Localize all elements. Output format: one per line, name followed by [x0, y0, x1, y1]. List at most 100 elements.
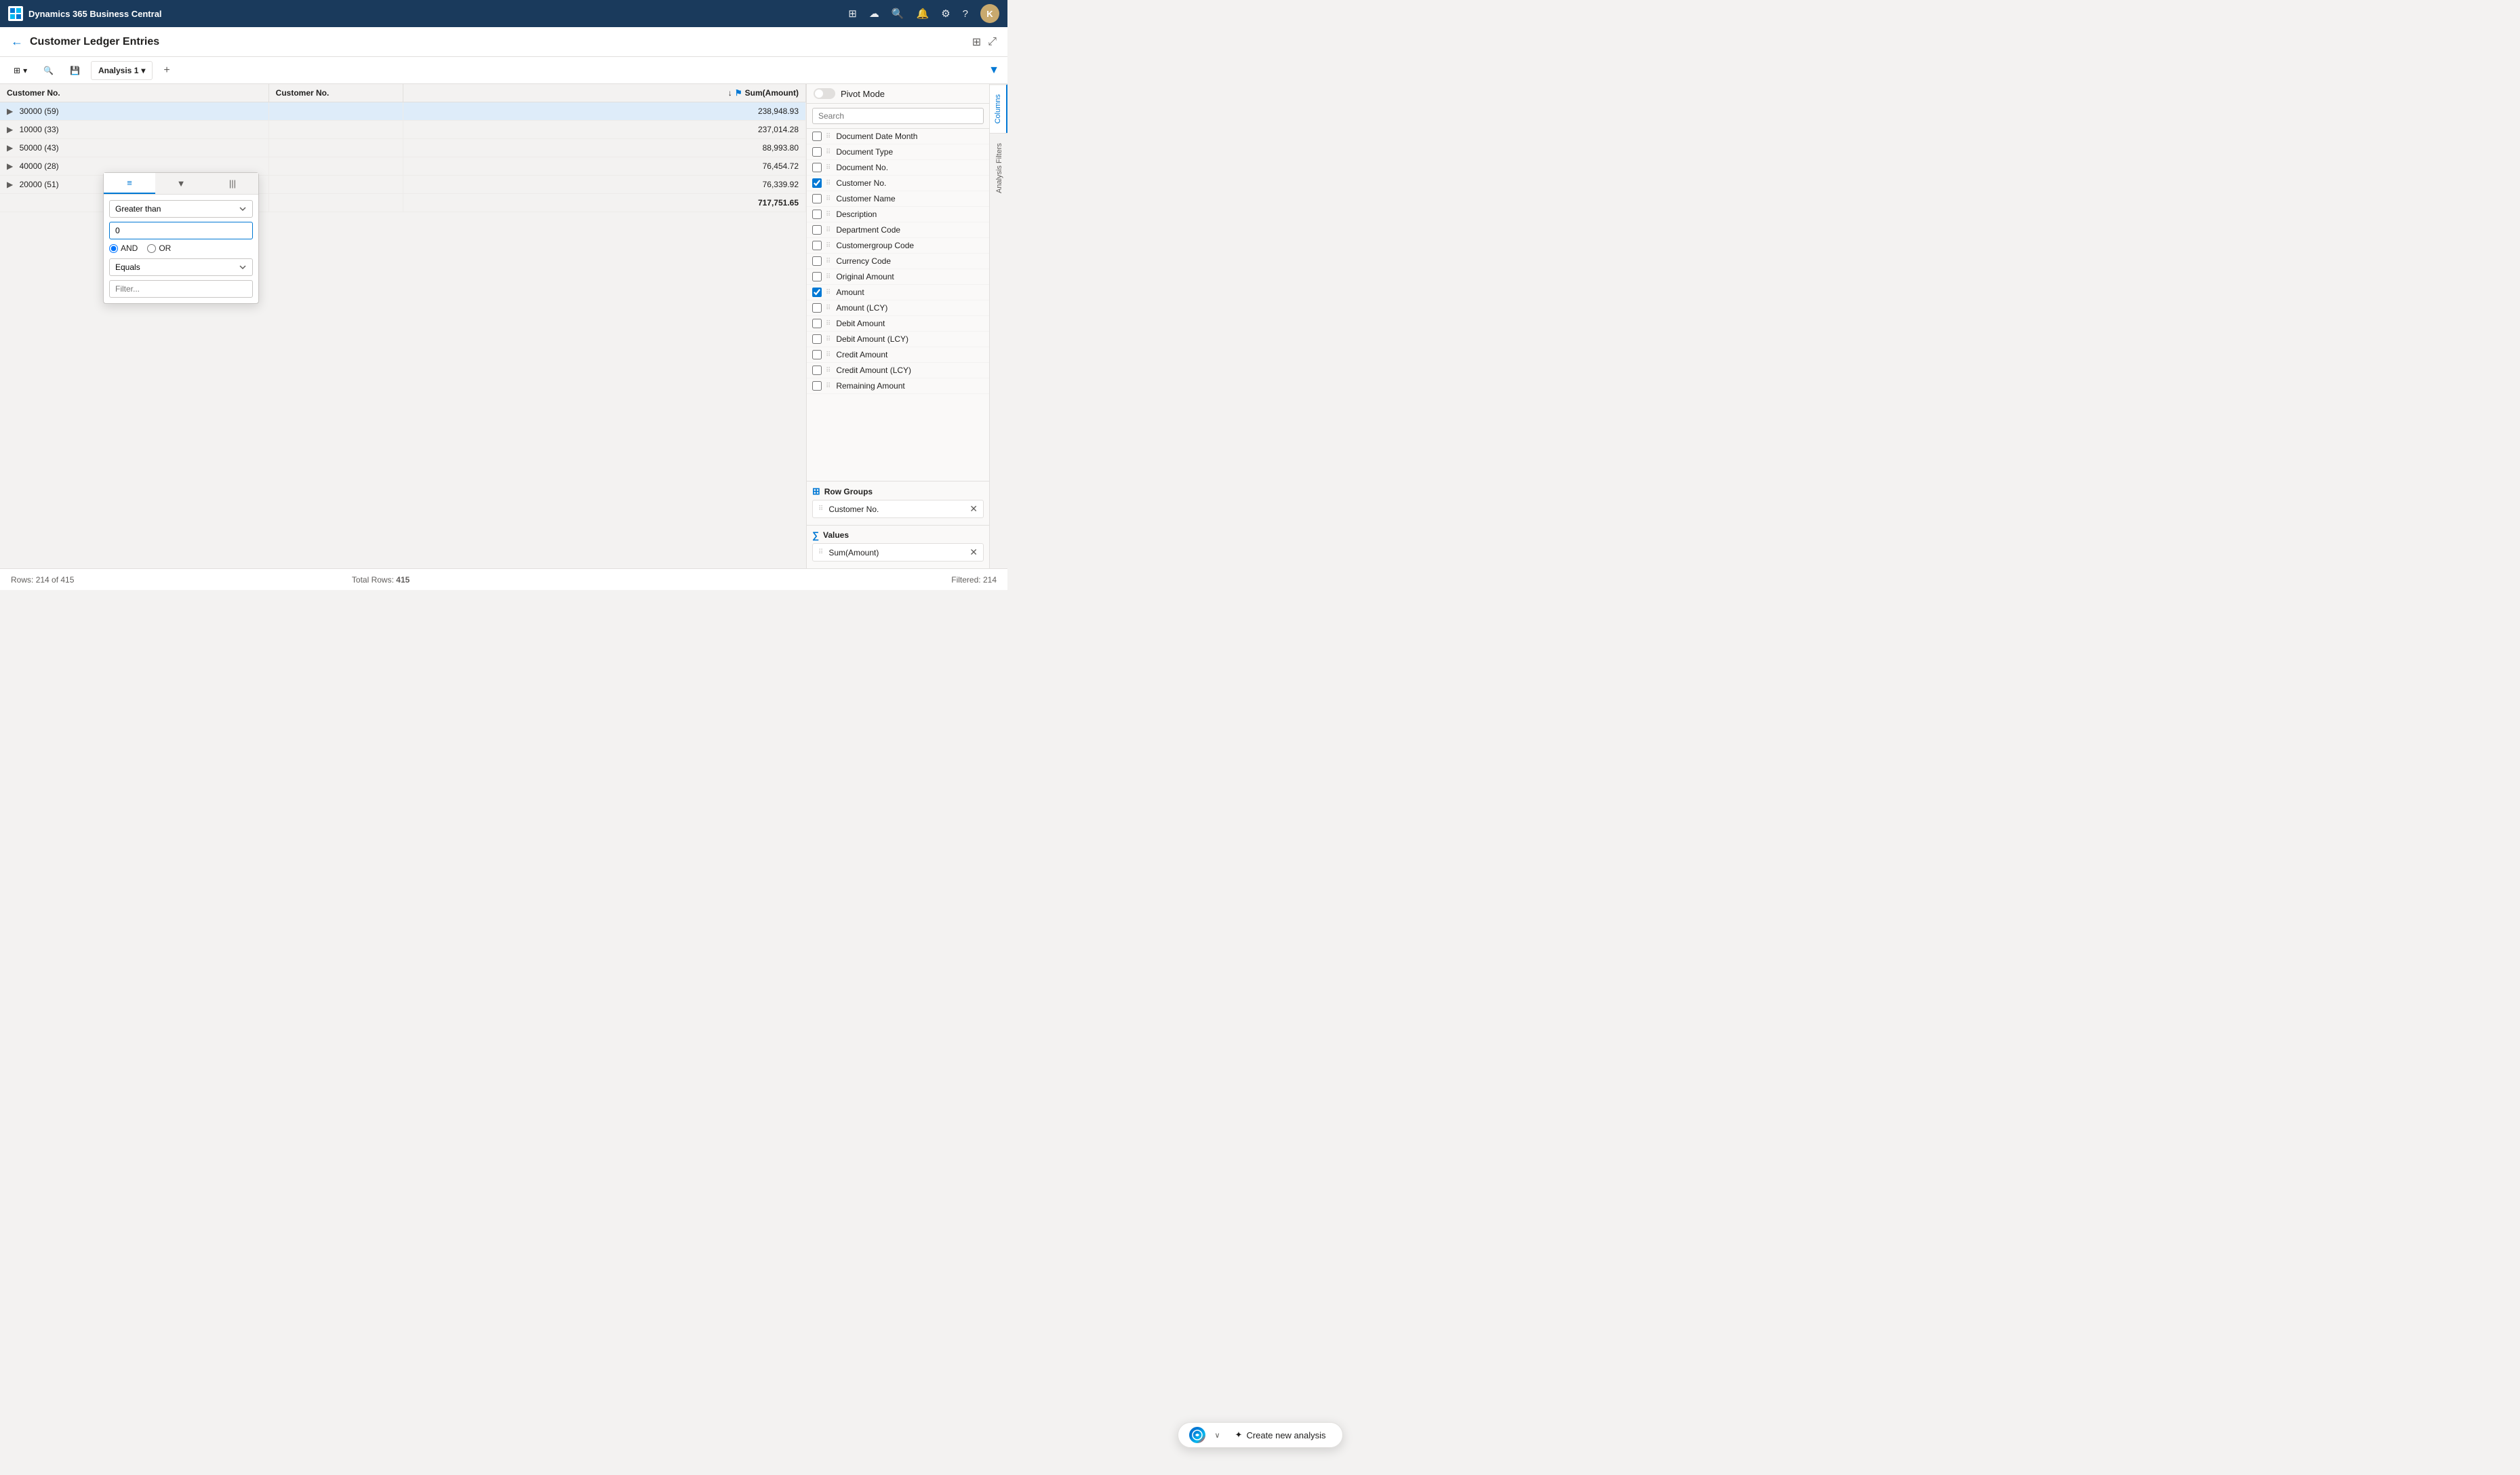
drag-handle[interactable]: ⠿ [826, 273, 831, 281]
collapse-icon[interactable]: ⤢ [988, 36, 997, 48]
analysis-tab[interactable]: Analysis 1 ▾ [91, 61, 153, 80]
drag-handle[interactable]: ⠿ [826, 289, 831, 296]
drag-handle[interactable]: ⠿ [826, 242, 831, 250]
list-item[interactable]: ⠿ Original Amount [807, 269, 989, 285]
list-item[interactable]: ⠿ Customer Name [807, 191, 989, 207]
search-button[interactable]: 🔍 [38, 63, 59, 78]
chip-drag-handle[interactable]: ⠿ [818, 549, 823, 556]
apps-icon[interactable]: ⊞ [848, 7, 857, 20]
list-item[interactable]: ⠿ Document Type [807, 144, 989, 160]
drag-handle[interactable]: ⠿ [826, 211, 831, 218]
expand-row-icon[interactable]: ▶ [7, 180, 13, 189]
col-sum-amount-header[interactable]: ↓ ⚑ Sum(Amount) [403, 84, 805, 102]
back-button[interactable]: ← [11, 35, 23, 49]
expand-row-icon[interactable]: ▶ [7, 143, 13, 153]
expand-icon[interactable]: ⊞ [972, 35, 981, 49]
filter-tab-list[interactable]: ≡ [104, 173, 155, 194]
col-checkbox-doc-no[interactable] [812, 163, 822, 172]
list-item[interactable]: ⠿ Debit Amount [807, 316, 989, 332]
drag-handle[interactable]: ⠿ [826, 164, 831, 172]
drag-handle[interactable]: ⠿ [826, 133, 831, 140]
radio-and-label[interactable]: AND [109, 243, 138, 253]
list-item[interactable]: ⠿ Document No. [807, 160, 989, 176]
bell-icon[interactable]: 🔔 [917, 7, 929, 20]
radio-or-label[interactable]: OR [147, 243, 171, 253]
col-checkbox-orig-amount[interactable] [812, 272, 822, 281]
list-item[interactable]: ⠿ Remaining Amount [807, 378, 989, 394]
condition1-input[interactable] [109, 222, 253, 239]
table-row[interactable]: ▶ 50000 (43) 88,993.80 [0, 139, 806, 157]
list-item[interactable]: ⠿ Customergroup Code [807, 238, 989, 254]
col-customer-no2-header[interactable]: Customer No. [268, 84, 403, 102]
drag-handle[interactable]: ⠿ [826, 149, 831, 156]
col-checkbox-doc-date[interactable] [812, 132, 822, 141]
col-checkbox-cg-code[interactable] [812, 241, 822, 250]
col-checkbox-currency[interactable] [812, 256, 822, 266]
col-checkbox-credit-lcy[interactable] [812, 366, 822, 375]
analysis-filters-vtab[interactable]: Analysis Filters [990, 133, 1007, 203]
col-checkbox-debit-lcy[interactable] [812, 334, 822, 344]
drag-handle[interactable]: ⠿ [826, 336, 831, 343]
filter-search-input[interactable] [109, 280, 253, 298]
chip-drag-handle[interactable]: ⠿ [818, 505, 823, 513]
expand-row-icon[interactable]: ▶ [7, 106, 13, 116]
drag-handle[interactable]: ⠿ [826, 227, 831, 234]
expand-row-icon[interactable]: ▶ [7, 125, 13, 134]
col-checkbox-doc-type[interactable] [812, 147, 822, 157]
col-checkbox-customer-name[interactable] [812, 194, 822, 203]
list-item[interactable]: ⠿ Credit Amount (LCY) [807, 363, 989, 378]
radio-or[interactable] [147, 244, 156, 253]
view-button[interactable]: ⊞ ▾ [8, 63, 33, 78]
radio-and[interactable] [109, 244, 118, 253]
help-icon[interactable]: ? [963, 8, 968, 20]
col-checkbox-desc[interactable] [812, 210, 822, 219]
drag-handle[interactable]: ⠿ [826, 382, 831, 390]
list-item[interactable]: ⠿ Description [807, 207, 989, 222]
columns-vtab[interactable]: Columns [990, 84, 1007, 133]
remove-row-group-button[interactable]: ✕ [969, 503, 978, 515]
drag-handle[interactable]: ⠿ [826, 304, 831, 312]
condition2-select[interactable]: Equals Not equals Greater than Greater t… [109, 258, 253, 276]
list-item[interactable]: ⠿ Department Code [807, 222, 989, 238]
list-item[interactable]: ⠿ Debit Amount (LCY) [807, 332, 989, 347]
col-customer-no-header[interactable]: Customer No. [0, 84, 268, 102]
list-item[interactable]: ⠿ Amount [807, 285, 989, 300]
drag-handle[interactable]: ⠿ [826, 367, 831, 374]
col-checkbox-amount[interactable] [812, 288, 822, 297]
create-analysis-button[interactable]: ✦ Create new analysis [1230, 1427, 1332, 1443]
list-item[interactable]: ⠿ Amount (LCY) [807, 300, 989, 316]
search-icon[interactable]: 🔍 [892, 7, 904, 20]
save-button[interactable]: 💾 [64, 63, 85, 78]
table-row[interactable]: ▶ 10000 (33) 237,014.28 [0, 121, 806, 139]
col-checkbox-credit[interactable] [812, 350, 822, 359]
logo-chevron[interactable]: ∨ [1212, 1428, 1222, 1442]
condition1-row: Greater than Equals Not equals Greater t… [109, 200, 253, 218]
drag-handle[interactable]: ⠿ [826, 351, 831, 359]
add-tab-button[interactable]: + [158, 62, 175, 79]
col-checkbox-debit[interactable] [812, 319, 822, 328]
list-item[interactable]: ⠿ Customer No. [807, 176, 989, 191]
columns-search-input[interactable] [812, 108, 984, 124]
list-item[interactable]: ⠿ Credit Amount [807, 347, 989, 363]
condition1-select[interactable]: Greater than Equals Not equals Greater t… [109, 200, 253, 218]
col-checkbox-remaining[interactable] [812, 381, 822, 391]
list-item[interactable]: ⠿ Currency Code [807, 254, 989, 269]
remove-value-button[interactable]: ✕ [969, 547, 978, 558]
col-checkbox-customer-no[interactable] [812, 178, 822, 188]
drag-handle[interactable]: ⠿ [826, 258, 831, 265]
filter-tab-filter[interactable]: ▼ [155, 173, 207, 194]
filter-icon[interactable]: ▼ [988, 64, 999, 77]
col-checkbox-dept-code[interactable] [812, 225, 822, 235]
col-checkbox-amount-lcy[interactable] [812, 303, 822, 313]
gear-icon[interactable]: ⚙ [941, 7, 950, 20]
filter-tab-columns[interactable]: ||| [207, 173, 258, 194]
cloud-icon[interactable]: ☁ [869, 7, 879, 20]
drag-handle[interactable]: ⠿ [826, 320, 831, 328]
list-item[interactable]: ⠿ Document Date Month [807, 129, 989, 144]
drag-handle[interactable]: ⠿ [826, 180, 831, 187]
avatar[interactable]: K [980, 4, 999, 23]
table-row[interactable]: ▶ 30000 (59) 238,948.93 [0, 102, 806, 121]
pivot-toggle[interactable] [814, 88, 835, 99]
drag-handle[interactable]: ⠿ [826, 195, 831, 203]
expand-row-icon[interactable]: ▶ [7, 161, 13, 171]
